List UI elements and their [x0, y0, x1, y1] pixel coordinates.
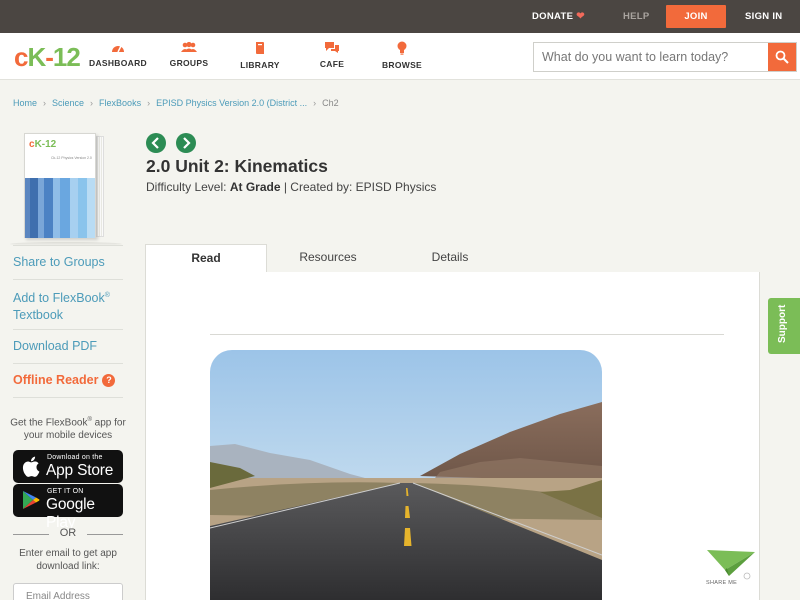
add-to-flexbook-link[interactable]: Add to FlexBook® Textbook	[13, 287, 123, 324]
search-button[interactable]	[768, 43, 796, 71]
donate-link[interactable]: DONATE ❤	[532, 0, 585, 33]
textbook-label: Textbook	[13, 308, 64, 323]
search-icon	[775, 50, 789, 64]
book-stripes	[25, 178, 95, 238]
get-app-text-1: Get the FlexBook	[10, 417, 88, 429]
share-me-label: SHARE ME	[706, 580, 738, 586]
nav-groups[interactable]: GROUPS	[165, 41, 213, 68]
breadcrumb-science[interactable]: Science	[52, 98, 84, 108]
apple-icon	[22, 456, 40, 477]
app-store-small-text: Download on the	[47, 454, 103, 461]
app-store-big-text: App Store	[46, 462, 114, 479]
previous-button[interactable]	[146, 133, 166, 153]
tab-details[interactable]: Details	[389, 244, 511, 273]
breadcrumb: Home › Science › FlexBooks › EPISD Physics Ver…	[13, 98, 339, 108]
heart-icon: ❤	[576, 11, 585, 22]
breadcrumb-separator: ›	[43, 98, 47, 108]
book-logo: cK-12	[29, 139, 57, 150]
join-button[interactable]: JOIN	[666, 5, 726, 28]
tab-read[interactable]: Read	[145, 244, 267, 273]
nav-library[interactable]: LIBRARY	[238, 41, 282, 70]
sidebar-divider	[13, 397, 123, 398]
add-to-flexbook-label: Add to FlexBook	[13, 291, 105, 306]
offline-reader-label: Offline Reader	[13, 373, 99, 387]
book-cover-front: cK-12 Ck-12 Physics Version 2.0	[24, 133, 96, 238]
nav-dashboard[interactable]: DASHBOARD	[88, 41, 148, 68]
content-tabs: Read Resources Details	[145, 244, 760, 273]
email-address-input[interactable]	[13, 583, 123, 600]
dashboard-icon	[112, 45, 124, 53]
support-tab[interactable]: Support	[768, 298, 800, 354]
help-link[interactable]: HELP	[623, 0, 650, 33]
sidebar-divider	[13, 279, 123, 280]
page-title: 2.0 Unit 2: Kinematics	[146, 156, 328, 176]
cafe-icon	[325, 42, 339, 53]
book-pages	[96, 136, 104, 237]
read-panel	[145, 272, 760, 600]
top-bar: DONATE ❤ HELP JOIN SIGN IN	[0, 0, 800, 33]
breadcrumb-separator: ›	[313, 98, 317, 108]
lightbulb-icon	[397, 41, 407, 55]
next-button[interactable]	[176, 133, 196, 153]
search-input[interactable]	[534, 43, 769, 71]
sidebar-divider	[13, 329, 123, 330]
registered-mark: ®	[104, 292, 110, 299]
road-illustration	[210, 350, 602, 600]
library-icon	[256, 42, 264, 54]
logo-dash: -	[45, 42, 54, 72]
nav-browse-label: BROWSE	[381, 60, 423, 70]
support-label: Support	[777, 304, 788, 343]
logo-k: K	[27, 42, 46, 72]
google-play-icon	[23, 491, 40, 509]
page-meta: Difficulty Level: At Grade | Created by:…	[146, 180, 436, 194]
sign-in-link[interactable]: SIGN IN	[745, 0, 782, 33]
road-hero-image	[210, 350, 602, 600]
paper-plane-icon	[707, 550, 755, 580]
groups-icon	[181, 41, 197, 52]
nav-dashboard-label: DASHBOARD	[89, 58, 147, 68]
google-play-button[interactable]: GET IT ON Google Play	[13, 484, 123, 531]
main-nav: cK-12 DASHBOARD GROUPS LIBRARY CAFE BROW…	[0, 33, 800, 80]
breadcrumb-separator: ›	[90, 98, 94, 108]
app-store-button[interactable]: Download on the App Store	[13, 450, 123, 483]
share-me-button[interactable]: SHARE ME	[703, 546, 757, 590]
chevron-left-icon	[151, 137, 159, 149]
tab-resources[interactable]: Resources	[267, 244, 389, 273]
registered-mark: ®	[87, 417, 92, 423]
breadcrumb-home[interactable]: Home	[13, 98, 37, 108]
help-icon[interactable]: ?	[102, 374, 116, 387]
content-divider	[210, 334, 724, 335]
logo-12: 12	[52, 42, 81, 72]
nav-cafe-label: CAFE	[319, 59, 345, 69]
book-cover[interactable]: cK-12 Ck-12 Physics Version 2.0	[24, 133, 110, 241]
nav-browse[interactable]: BROWSE	[380, 41, 424, 70]
breadcrumb-flexbooks[interactable]: FlexBooks	[99, 98, 141, 108]
get-app-text: Get the FlexBook® app for your mobile de…	[8, 414, 128, 442]
chevron-right-icon	[183, 137, 191, 149]
share-to-groups-link[interactable]: Share to Groups	[13, 254, 123, 271]
offline-reader-link[interactable]: Offline Reader?	[13, 372, 123, 389]
difficulty-label: Difficulty Level:	[146, 180, 227, 194]
ck12-logo[interactable]: cK-12	[14, 42, 81, 73]
donate-label: DONATE	[532, 11, 574, 22]
breadcrumb-book[interactable]: EPISD Physics Version 2.0 (District ...	[156, 98, 307, 108]
logo-c: c	[14, 42, 29, 72]
nav-groups-label: GROUPS	[169, 58, 209, 68]
breadcrumb-current: Ch2	[322, 98, 339, 108]
breadcrumb-separator: ›	[147, 98, 151, 108]
google-play-small-text: GET IT ON	[47, 488, 84, 495]
download-pdf-link[interactable]: Download PDF	[13, 338, 123, 355]
nav-cafe[interactable]: CAFE	[316, 41, 348, 69]
created-by: | Created by: EPISD Physics	[283, 180, 437, 194]
sidebar-divider	[13, 245, 123, 246]
book-subtitle: Ck-12 Physics Version 2.0	[51, 156, 92, 160]
email-text: Enter email to get app download link:	[19, 548, 117, 572]
nav-library-label: LIBRARY	[240, 60, 280, 70]
search-box	[533, 42, 797, 72]
sidebar-divider	[13, 363, 123, 364]
difficulty-value: At Grade	[229, 180, 281, 194]
or-divider: OR	[13, 527, 123, 541]
